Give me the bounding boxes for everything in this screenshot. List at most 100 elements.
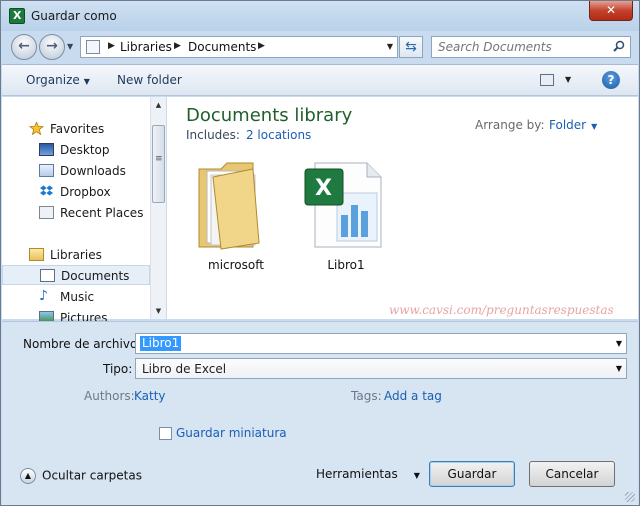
chevron-down-icon: ▼ bbox=[615, 364, 622, 373]
search-box[interactable] bbox=[431, 36, 631, 58]
chevron-right-icon[interactable]: ▶ bbox=[108, 41, 115, 51]
new-folder-button[interactable]: New folder bbox=[117, 73, 182, 87]
tools-button[interactable]: Herramientas ▼ bbox=[316, 467, 420, 481]
nav-item-desktop[interactable]: Desktop bbox=[2, 140, 150, 160]
arrange-by-value: Folder bbox=[549, 118, 587, 132]
cancel-button[interactable]: Cancelar bbox=[529, 461, 615, 487]
folder-icon bbox=[198, 162, 260, 250]
breadcrumb-libraries[interactable]: Libraries bbox=[120, 40, 172, 54]
organize-button[interactable]: Organize ▼ bbox=[26, 73, 90, 87]
navigation-pane: Favorites Desktop Downloads Dropbox Rece… bbox=[2, 97, 166, 325]
search-icon bbox=[613, 40, 625, 52]
locations-link[interactable]: 2 locations bbox=[246, 128, 311, 142]
change-view-icon[interactable] bbox=[540, 74, 554, 86]
chevron-right-icon[interactable]: ▶ bbox=[174, 41, 181, 51]
hide-folders-button[interactable]: ▲ Ocultar carpetas bbox=[20, 468, 142, 484]
resize-grip[interactable] bbox=[625, 492, 635, 502]
save-button[interactable]: Guardar bbox=[429, 461, 515, 487]
scroll-up-icon[interactable]: ▲ bbox=[151, 97, 166, 113]
refresh-button[interactable]: ⇆ bbox=[399, 36, 423, 58]
file-list-pane: Documents library Includes: 2 locations A… bbox=[167, 97, 638, 319]
location-icon bbox=[86, 40, 100, 54]
file-type-select[interactable]: Libro de Excel ▼ bbox=[135, 358, 627, 379]
arrow-left-icon: ← bbox=[18, 38, 30, 54]
nav-item-label: Music bbox=[60, 290, 95, 304]
search-input[interactable] bbox=[438, 39, 608, 55]
file-item-folder[interactable]: microsoft bbox=[191, 155, 281, 275]
chevron-right-icon[interactable]: ▶ bbox=[258, 41, 265, 51]
chevron-down-icon: ▼ bbox=[591, 122, 598, 131]
window-title: Guardar como bbox=[31, 9, 117, 23]
save-options: Nombre de archivo: Libro1 ▼ Tipo: Libro … bbox=[2, 321, 638, 505]
view-options-dropdown[interactable]: ▼ bbox=[565, 75, 571, 84]
recent-locations-dropdown[interactable]: ▼ bbox=[67, 42, 73, 51]
hide-folders-label: Ocultar carpetas bbox=[42, 468, 142, 483]
file-name: microsoft bbox=[208, 258, 264, 272]
file-item-excel[interactable]: X Libro1 bbox=[301, 155, 391, 275]
downloads-icon bbox=[39, 164, 54, 177]
arrange-by-dropdown[interactable]: Folder ▼ bbox=[549, 118, 597, 132]
nav-item-downloads[interactable]: Downloads bbox=[2, 161, 150, 181]
chevron-up-icon: ▲ bbox=[20, 468, 36, 484]
toolbar: Organize ▼ New folder ▼ ? bbox=[2, 64, 638, 96]
svg-text:X: X bbox=[315, 176, 332, 201]
scroll-thumb[interactable] bbox=[152, 125, 165, 203]
nav-item-recent-places[interactable]: Recent Places bbox=[2, 203, 150, 223]
type-label: Tipo: bbox=[103, 362, 133, 376]
organize-label: Organize bbox=[26, 73, 80, 87]
save-thumbnail-checkbox[interactable] bbox=[159, 427, 172, 440]
nav-item-label: Dropbox bbox=[60, 185, 111, 199]
tags-value[interactable]: Add a tag bbox=[384, 389, 442, 403]
file-type-value: Libro de Excel bbox=[142, 362, 227, 376]
documents-icon bbox=[40, 269, 55, 282]
arrow-right-icon: → bbox=[46, 38, 58, 54]
music-icon: ♪ bbox=[39, 288, 48, 304]
address-row: ← → ▼ ▶ Libraries ▶ Documents ▶ ▼ ⇆ bbox=[1, 31, 639, 63]
address-dropdown[interactable]: ▼ bbox=[387, 42, 393, 51]
close-button[interactable]: ✕ bbox=[589, 1, 633, 21]
includes-label: Includes: bbox=[186, 128, 240, 142]
desktop-icon bbox=[39, 143, 54, 156]
tags-label: Tags: bbox=[351, 389, 382, 403]
save-as-dialog: Guardar como ✕ ← → ▼ ▶ Libraries ▶ Docum… bbox=[0, 0, 640, 506]
library-title: Documents library bbox=[186, 105, 353, 126]
nav-item-label: Desktop bbox=[60, 143, 110, 157]
filename-field[interactable]: Libro1 ▼ bbox=[135, 333, 627, 354]
save-thumbnail-label[interactable]: Guardar miniatura bbox=[176, 426, 287, 440]
file-name: Libro1 bbox=[327, 258, 365, 272]
nav-libraries-label: Libraries bbox=[50, 248, 102, 262]
nav-item-dropbox[interactable]: Dropbox bbox=[2, 182, 150, 202]
filename-label: Nombre de archivo: bbox=[23, 337, 142, 351]
chevron-down-icon: ▼ bbox=[83, 77, 90, 86]
nav-item-label: Documents bbox=[61, 269, 130, 283]
includes-line: Includes: 2 locations bbox=[186, 128, 311, 142]
address-bar[interactable]: ▶ Libraries ▶ Documents ▶ ▼ bbox=[80, 36, 398, 58]
help-button[interactable]: ? bbox=[602, 71, 620, 89]
nav-favorites-label: Favorites bbox=[50, 122, 105, 136]
watermark: www.cavsi.com/preguntasrespuestas bbox=[389, 303, 614, 317]
forward-button[interactable]: → bbox=[39, 34, 65, 60]
nav-scrollbar[interactable]: ▲ ▼ bbox=[150, 97, 166, 319]
tools-label: Herramientas bbox=[316, 467, 398, 481]
nav-item-label: Downloads bbox=[60, 164, 126, 178]
libraries-icon bbox=[29, 248, 44, 261]
refresh-icon: ⇆ bbox=[405, 39, 417, 55]
authors-label: Authors: bbox=[84, 389, 135, 403]
scroll-down-icon[interactable]: ▼ bbox=[151, 303, 166, 319]
filename-value[interactable]: Libro1 bbox=[140, 336, 182, 351]
dropbox-icon bbox=[40, 185, 53, 196]
breadcrumb-documents[interactable]: Documents bbox=[188, 40, 256, 54]
title-bar[interactable]: Guardar como ✕ bbox=[1, 1, 639, 31]
authors-value[interactable]: Katty bbox=[134, 389, 166, 403]
back-button[interactable]: ← bbox=[11, 34, 37, 60]
nav-item-documents[interactable]: Documents bbox=[2, 265, 150, 285]
nav-libraries[interactable]: Libraries bbox=[2, 245, 150, 265]
arrange-by-label: Arrange by: bbox=[475, 118, 545, 132]
chevron-down-icon[interactable]: ▼ bbox=[616, 339, 622, 348]
chevron-down-icon: ▼ bbox=[413, 471, 420, 480]
nav-favorites[interactable]: Favorites bbox=[2, 119, 150, 139]
recent-places-icon bbox=[39, 206, 54, 219]
nav-item-music[interactable]: ♪ Music bbox=[2, 287, 150, 307]
excel-file-icon: X bbox=[304, 162, 382, 248]
excel-icon bbox=[9, 8, 25, 24]
